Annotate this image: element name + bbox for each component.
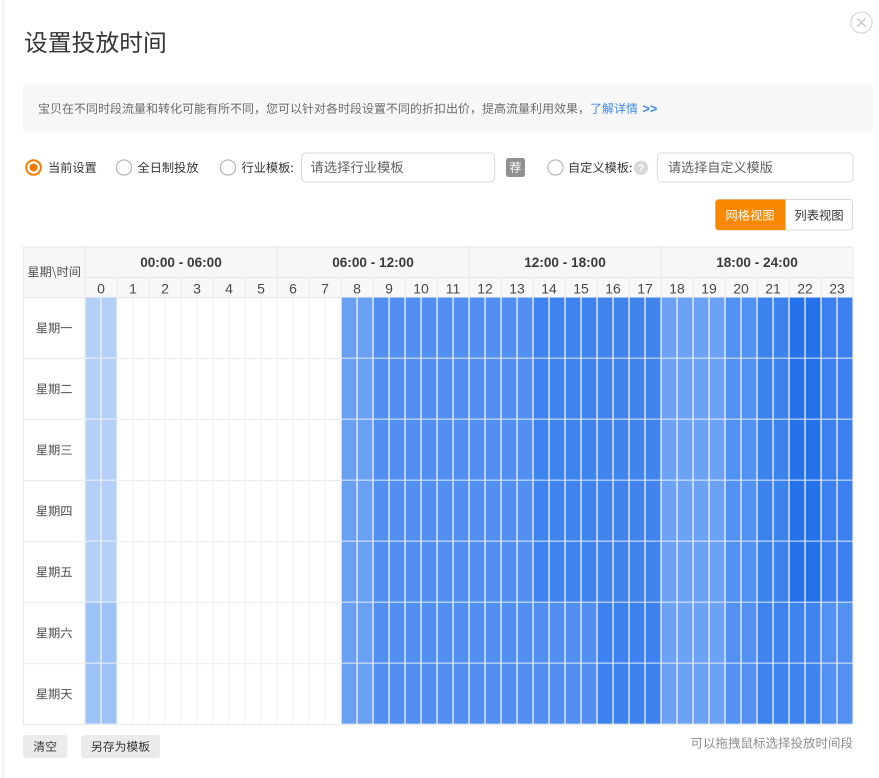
svg-text:20: 20 <box>733 281 749 297</box>
svg-text:18: 18 <box>669 281 685 297</box>
svg-text:10: 10 <box>413 281 429 297</box>
svg-text:11: 11 <box>446 281 461 297</box>
svg-text:12:00 - 18:00: 12:00 - 18:00 <box>524 255 606 270</box>
svg-text:16: 16 <box>605 281 621 297</box>
svg-text:00:00 - 06:00: 00:00 - 06:00 <box>140 255 222 270</box>
svg-text:?: ? <box>638 163 644 175</box>
svg-text:17: 17 <box>637 281 653 297</box>
svg-text:9: 9 <box>385 281 393 297</box>
svg-text:19: 19 <box>701 281 717 297</box>
svg-text:8: 8 <box>353 281 361 297</box>
svg-text:21: 21 <box>765 281 781 297</box>
svg-text:14: 14 <box>541 281 557 297</box>
svg-text:1: 1 <box>129 281 137 297</box>
svg-text:7: 7 <box>321 281 329 297</box>
svg-text:3: 3 <box>193 281 201 297</box>
svg-text:>>: >> <box>643 102 658 116</box>
svg-text:06:00 - 12:00: 06:00 - 12:00 <box>332 255 414 270</box>
svg-text:2: 2 <box>161 281 169 297</box>
svg-text:15: 15 <box>573 281 589 297</box>
svg-text:13: 13 <box>509 281 525 297</box>
svg-text:0: 0 <box>97 281 105 297</box>
svg-text:22: 22 <box>797 281 813 297</box>
svg-text:18:00 - 24:00: 18:00 - 24:00 <box>716 255 798 270</box>
svg-text:12: 12 <box>477 281 493 297</box>
svg-text:23: 23 <box>829 281 845 297</box>
svg-text:5: 5 <box>257 281 265 297</box>
svg-text:4: 4 <box>225 281 233 297</box>
svg-text:6: 6 <box>289 281 297 297</box>
